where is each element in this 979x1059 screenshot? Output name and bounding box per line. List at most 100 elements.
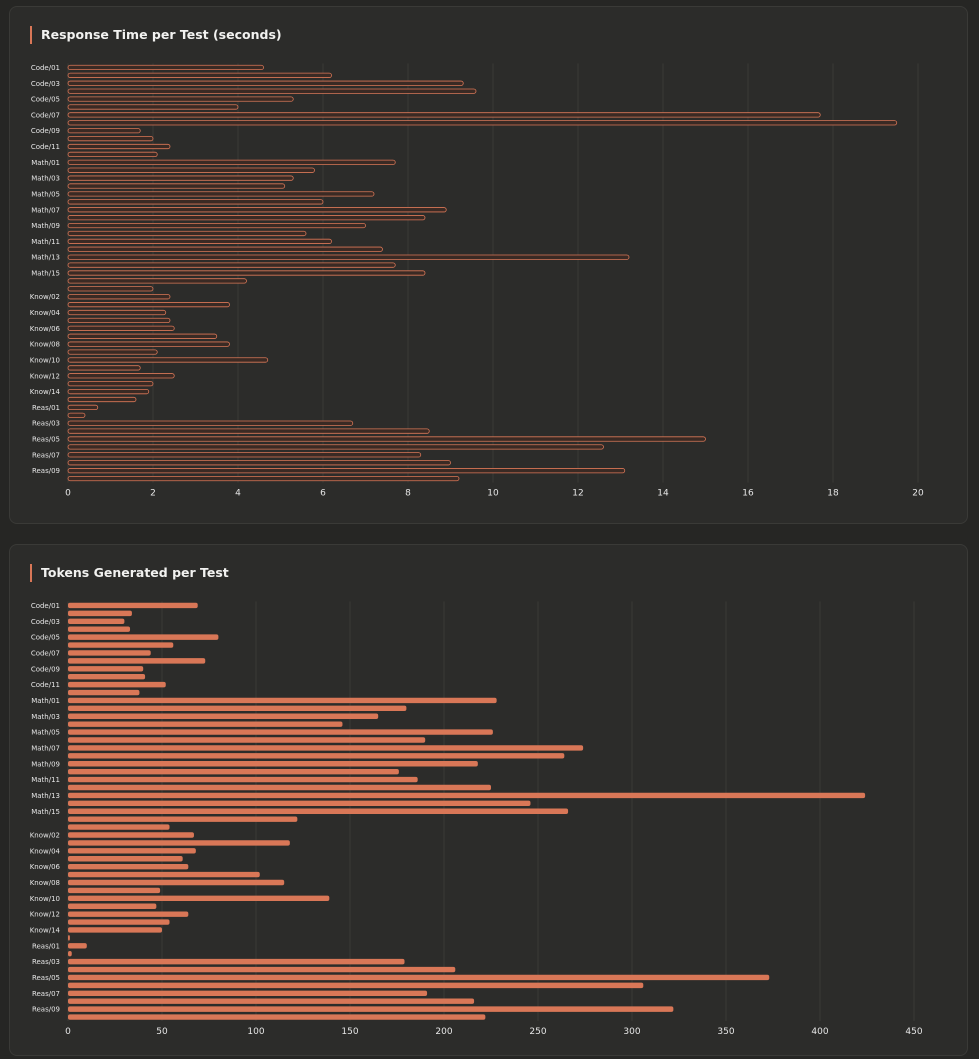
bar-know-15	[67, 396, 137, 403]
bar-know-01	[67, 286, 154, 292]
bar-know-05	[67, 317, 171, 324]
y-tick-label: Reas/01	[32, 404, 60, 412]
y-tick-label: Reas/09	[32, 467, 60, 475]
tokens-generated-chart: 0 50 100 150 200 250 300 350 400 450 Code/01 Code/0…	[30, 601, 923, 1037]
y-tick-label: Know/06	[30, 863, 61, 871]
bar-reas-03	[67, 420, 354, 426]
bar-math-04	[68, 721, 343, 727]
y-tick-label: Know/04	[30, 847, 61, 855]
bar-code-03	[68, 618, 125, 624]
bar-code-09	[67, 128, 141, 134]
bar-math-14	[67, 262, 396, 268]
y-tick-label: Know/14	[30, 388, 61, 396]
bar-know-02	[68, 832, 194, 838]
bar-know-02	[67, 294, 171, 300]
y-tick-label: Code/05	[31, 634, 60, 642]
y-tick-label: Math/01	[31, 159, 60, 167]
bar-math-11	[68, 776, 418, 783]
bar-reas-07	[68, 990, 428, 997]
bar-reas-05	[68, 974, 770, 981]
bar-reas-03	[68, 958, 405, 965]
bar-know-12	[68, 911, 189, 917]
y-tick-label: Math/15	[31, 270, 60, 278]
x-tick-label: 14	[657, 489, 669, 499]
bar-reas-09	[67, 468, 626, 474]
bar-code-10	[68, 673, 146, 680]
bar-math-14	[68, 800, 531, 807]
x-tick-label: 300	[623, 1027, 640, 1037]
bar-math-12	[68, 784, 491, 791]
y-tick-label: Code/11	[31, 681, 60, 689]
x-tick-label: 16	[742, 489, 754, 499]
x-tick-label: 200	[435, 1027, 452, 1037]
bar-math-16	[68, 816, 298, 822]
bar-code-12	[67, 151, 158, 158]
y-tick-label: Code/01	[31, 64, 60, 72]
bar-code-11	[68, 681, 166, 688]
y-tick-label: Math/09	[31, 760, 60, 768]
bar-know-10	[67, 357, 269, 363]
bar-know-03	[68, 840, 290, 846]
bar-math-03	[68, 713, 379, 719]
bar-code-04	[67, 88, 477, 94]
bar-math-01	[68, 697, 497, 704]
bar-code-03	[67, 80, 464, 86]
x-tick-label: 50	[156, 1027, 168, 1037]
x-tick-label: 100	[247, 1027, 264, 1037]
bar-math-03	[67, 175, 294, 181]
bar-reas-08	[67, 460, 451, 466]
bar-know-08	[68, 879, 285, 886]
y-tick-label: Code/03	[31, 80, 60, 88]
y-tick-label: Math/07	[31, 206, 60, 214]
bar-reas-02	[67, 412, 86, 418]
bar-math-11	[67, 238, 332, 244]
x-tick-label: 250	[529, 1027, 546, 1037]
bar-reas-10	[68, 1014, 486, 1020]
y-tick-label: Know/12	[30, 372, 60, 380]
x-tick-label: 12	[572, 489, 583, 499]
x-tick-label: 2	[150, 489, 156, 499]
bar-code-08	[67, 120, 898, 126]
y-tick-label: Know/08	[30, 341, 60, 349]
y-tick-label: Code/07	[31, 649, 60, 657]
y-tick-label: Math/15	[31, 808, 60, 816]
y-tick-label: Math/13	[31, 254, 60, 262]
bar-math-07	[67, 207, 447, 213]
x-tick-label: 8	[405, 489, 411, 499]
bar-math-07	[68, 745, 584, 751]
bar-reas-08	[68, 998, 475, 1004]
y-tick-label: Know/06	[30, 325, 61, 333]
bar-reas-04	[67, 428, 430, 434]
bar-code-12	[68, 689, 140, 696]
x-tick-label: 0	[65, 1027, 71, 1037]
bar-code-10	[67, 136, 154, 142]
bar-math-01	[67, 159, 396, 165]
bar-code-11	[67, 143, 171, 150]
y-tick-label: Math/11	[31, 238, 60, 246]
bar-know-12	[67, 373, 175, 379]
bar-reas-10	[67, 475, 460, 482]
bar-reas-06	[68, 982, 644, 989]
bar-math-05	[68, 729, 493, 735]
y-tick-label: Code/03	[31, 618, 60, 626]
bar-math-12	[67, 246, 383, 252]
bar-math-13	[67, 254, 630, 260]
bar-math-06	[68, 737, 426, 743]
x-tick-label: 6	[320, 489, 326, 499]
bar-know-13	[67, 381, 154, 387]
bar-reas-01	[67, 404, 99, 410]
x-tick-label: 150	[341, 1027, 358, 1037]
y-tick-label: Math/11	[31, 776, 60, 784]
y-tick-label: Reas/03	[32, 420, 60, 428]
bar-code-06	[68, 642, 174, 648]
bar-know-13	[68, 919, 170, 925]
bar-code-06	[67, 104, 239, 110]
x-tick-label: 4	[235, 489, 241, 499]
bar-math-02	[68, 705, 407, 712]
bar-math-08	[67, 215, 426, 221]
bar-know-07	[68, 871, 260, 878]
bar-know-08	[67, 341, 230, 347]
x-tick-label: 0	[65, 489, 71, 499]
y-tick-label: Code/11	[31, 143, 60, 151]
y-tick-label: Reas/09	[32, 1006, 60, 1014]
